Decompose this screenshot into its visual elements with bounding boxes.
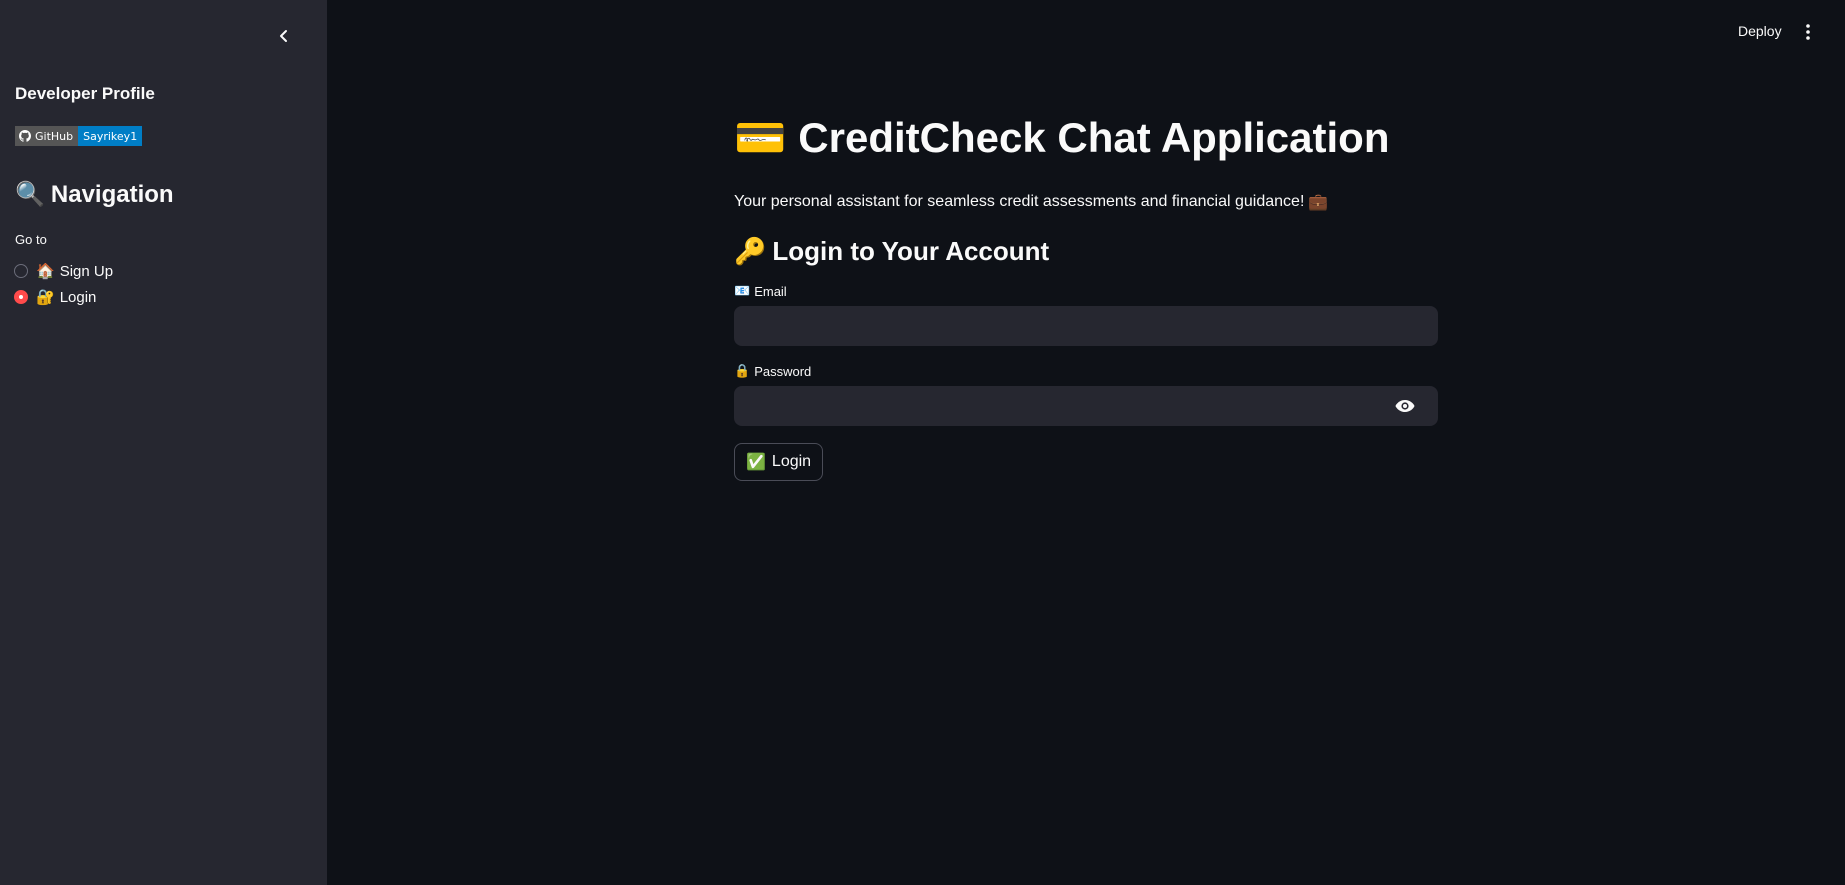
navigation-title: 🔍 Navigation [15, 180, 174, 209]
radio-option-sign-up[interactable]: 🏠 Sign Up [14, 258, 113, 284]
house-icon: 🏠 [36, 263, 55, 280]
login-button[interactable]: ✅ Login [734, 443, 824, 481]
collapse-sidebar-button[interactable] [272, 24, 296, 48]
email-label-text: Email [754, 283, 787, 299]
goto-label: Go to [15, 232, 47, 247]
login-heading-text: Login to Your Account [772, 236, 1050, 266]
app-root: Developer Profile GitHub Sayrikey1 🔍 Nav… [0, 0, 1845, 885]
vertical-dots-icon [1806, 24, 1810, 40]
lock-icon: 🔒 [734, 363, 751, 378]
envelope-icon: 📧 [734, 283, 751, 298]
password-label: 🔒 Password [734, 363, 1438, 379]
page-subtitle: Your personal assistant for seamless cre… [734, 192, 1438, 212]
login-button-label: Login [771, 453, 812, 470]
main-menu-button[interactable] [1798, 20, 1818, 44]
radio-label-text: Login [59, 288, 97, 306]
radio-button-login[interactable] [14, 290, 28, 304]
developer-profile-title: Developer Profile [15, 84, 155, 103]
navigation-radio-group: 🏠 Sign Up 🔐 Login [14, 258, 113, 310]
eye-icon [1395, 400, 1415, 412]
password-field-container [734, 386, 1438, 426]
email-field-container [734, 306, 1438, 346]
locked-with-key-icon: 🔐 [36, 289, 55, 306]
sidebar: Developer Profile GitHub Sayrikey1 🔍 Nav… [0, 0, 327, 885]
page-title-text: CreditCheck Chat Application [798, 114, 1390, 161]
badge-left-text: GitHub [35, 129, 74, 143]
radio-label-sign-up: 🏠 Sign Up [36, 262, 114, 281]
main-content: 💳 CreditCheck Chat Application Your pers… [734, 108, 1438, 481]
github-icon [19, 130, 31, 142]
email-label: 📧 Email [734, 283, 1438, 299]
radio-button-sign-up[interactable] [14, 264, 28, 278]
magnifier-icon: 🔍 [15, 181, 45, 208]
badge-left: GitHub [15, 126, 79, 146]
login-heading: 🔑 Login to Your Account [734, 236, 1438, 267]
password-input[interactable] [734, 386, 1438, 426]
chevron-left-icon [280, 30, 287, 42]
check-mark-icon: ✅ [746, 454, 766, 471]
credit-card-icon: 💳 [734, 113, 787, 161]
page-title: 💳 CreditCheck Chat Application [734, 108, 1438, 168]
email-input[interactable] [734, 306, 1438, 346]
radio-option-login[interactable]: 🔐 Login [14, 284, 113, 310]
key-icon: 🔑 [734, 236, 767, 266]
password-label-text: Password [754, 363, 812, 379]
show-password-button[interactable] [1394, 396, 1416, 416]
deploy-button[interactable]: Deploy [1738, 23, 1782, 39]
badge-right-text: Sayrikey1 [78, 126, 143, 146]
radio-label-text: Sign Up [59, 262, 114, 280]
subtitle-text: Your personal assistant for seamless cre… [734, 193, 1305, 210]
navigation-title-text: Navigation [50, 180, 174, 208]
briefcase-icon: 💼 [1308, 194, 1329, 211]
radio-label-login: 🔐 Login [36, 288, 97, 307]
github-badge[interactable]: GitHub Sayrikey1 [15, 126, 143, 146]
